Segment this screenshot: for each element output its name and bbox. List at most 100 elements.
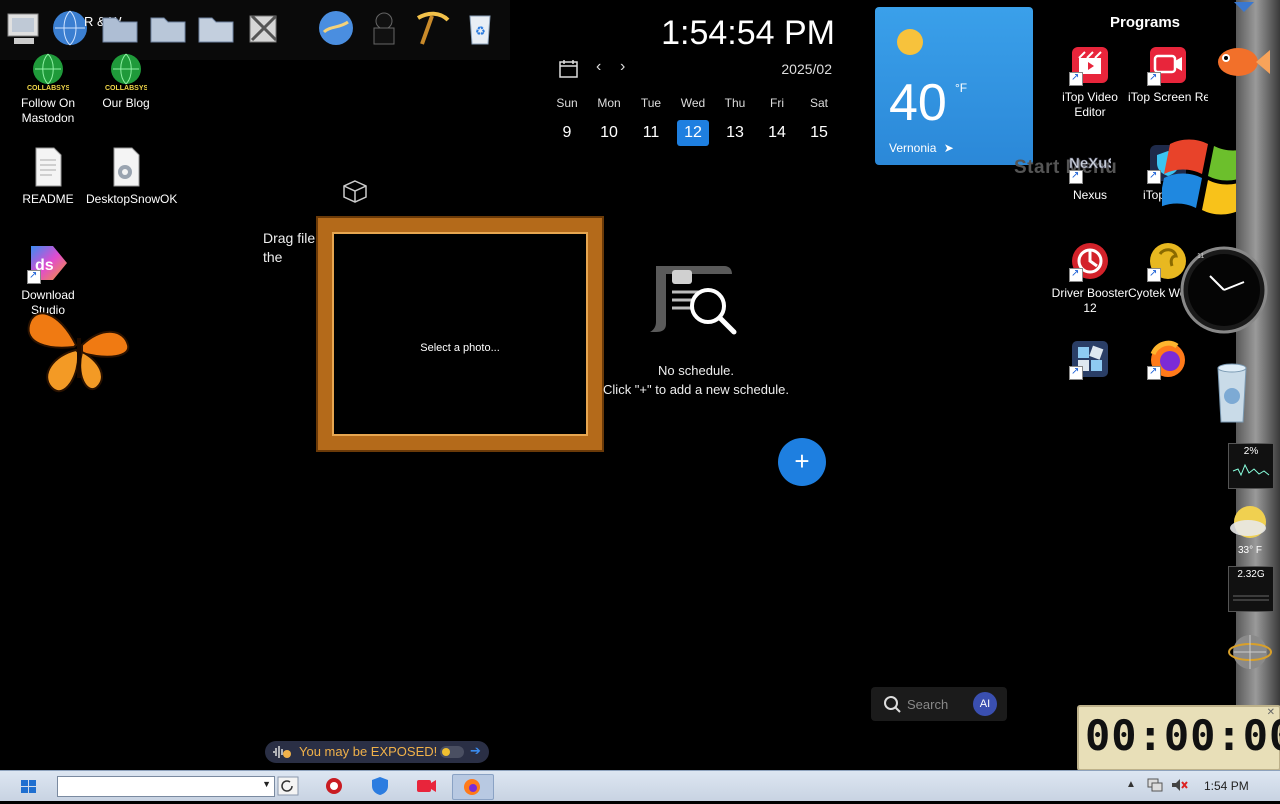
select-photo-placeholder[interactable]: Select a photo... xyxy=(332,342,588,354)
package-icon xyxy=(341,178,369,209)
recycle-bin-icon[interactable]: ♻ xyxy=(460,8,500,48)
calendar-day[interactable]: 14 xyxy=(761,120,793,146)
recycle-bin-gadget-icon[interactable] xyxy=(1212,362,1252,431)
program-label: iTop Screen Recorder xyxy=(1128,90,1208,104)
refresh-button[interactable] xyxy=(276,774,302,798)
analog-clock-gadget[interactable]: 11 xyxy=(1180,240,1268,345)
weekday-label: Mon xyxy=(597,96,621,110)
computer-icon[interactable] xyxy=(4,8,44,48)
program-itop-video-editor[interactable]: iTop Video Editor xyxy=(1050,44,1130,120)
program-itop-screen-recorder[interactable]: iTop Screen Recorder xyxy=(1128,44,1208,105)
desktop-icon-label: Follow On Mastodon xyxy=(20,96,76,125)
protection-toggle[interactable] xyxy=(440,746,464,758)
calendar-next-button[interactable]: › xyxy=(620,58,625,76)
cpu-meter[interactable]: 2% xyxy=(1228,443,1274,489)
sidebar-scroll-up-icon[interactable] xyxy=(1232,0,1256,19)
weather-gadget[interactable]: 33° F xyxy=(1226,502,1274,556)
photo-frame-inner xyxy=(332,232,588,436)
dropdown-chevron-icon[interactable]: ▼ xyxy=(262,779,271,789)
desktop-icon-readme[interactable]: README xyxy=(8,146,88,207)
search-icon xyxy=(884,696,902,719)
stopwatch-close-icon[interactable]: ✕ xyxy=(1267,707,1275,718)
calendar-day[interactable]: 10 xyxy=(593,120,625,146)
shortcut-arrow-icon xyxy=(1069,168,1083,184)
tray-chevron-up-icon[interactable]: ▲ xyxy=(1126,779,1136,790)
photo-frame[interactable]: Select a photo... xyxy=(318,218,602,450)
calendar-day-today[interactable]: 12 xyxy=(677,120,709,146)
desktop-icon-mastodon[interactable]: COLLABSYSOS Follow On Mastodon xyxy=(8,50,88,126)
collabsysos-globe-icon: COLLABSYSOS xyxy=(105,50,159,92)
program-windows-app[interactable] xyxy=(1050,338,1130,384)
calendar-day[interactable]: 13 xyxy=(719,120,751,146)
volume-muted-icon[interactable] xyxy=(1170,777,1188,798)
pickaxe-icon[interactable] xyxy=(412,8,452,48)
program-label: Driver Booster 12 xyxy=(1051,286,1129,315)
programs-title: Programs xyxy=(1110,14,1181,31)
screen-recorder-icon xyxy=(417,780,436,792)
schedule-empty-hint: Click "+" to add a new schedule. xyxy=(603,382,789,397)
folder-icon[interactable] xyxy=(148,8,188,48)
stopwatch-gadget[interactable]: 00:00:00 ✕ xyxy=(1077,705,1280,771)
shortcut-arrow-icon xyxy=(1069,364,1083,380)
shield-icon xyxy=(372,777,388,795)
windows-start-icon xyxy=(21,780,36,793)
calendar-day[interactable]: 15 xyxy=(803,120,835,146)
location-arrow-icon: ➤ xyxy=(943,141,954,155)
program-nexus[interactable]: NeXuS Nexus xyxy=(1050,142,1130,203)
svg-text:COLLABSYSOS: COLLABSYSOS xyxy=(105,85,147,92)
schedule-empty-title: No schedule. xyxy=(658,363,734,378)
weekday-label: Thu xyxy=(724,96,746,110)
ninja-icon[interactable] xyxy=(364,8,404,48)
svg-text:COLLABSYSOS: COLLABSYSOS xyxy=(27,85,69,92)
network-tray-icon[interactable] xyxy=(1146,777,1164,798)
goldfish-icon xyxy=(1208,36,1272,91)
driver-booster-icon xyxy=(326,778,342,794)
taskbar-app-screen-recorder[interactable] xyxy=(414,774,440,798)
ai-assistant-button[interactable]: AI xyxy=(973,692,997,716)
desktop-icon-label: DesktopSnowOK xyxy=(86,192,178,206)
globe-gadget-icon[interactable] xyxy=(1228,630,1272,679)
taskbar-app-driver-booster[interactable] xyxy=(322,774,348,798)
text-document-icon xyxy=(27,146,69,188)
start-button[interactable] xyxy=(16,774,42,798)
desktop-icon-blog[interactable]: COLLABSYSOS Our Blog xyxy=(86,50,166,111)
calendar-month: 2025/02 xyxy=(781,61,832,77)
folder-icon[interactable] xyxy=(196,8,236,48)
screen-recorder-icon xyxy=(1147,44,1189,86)
sun-icon xyxy=(1230,506,1266,538)
tools-icon[interactable] xyxy=(244,8,284,48)
desktop-icon-desktopsnowok[interactable]: DesktopSnowOK xyxy=(86,146,178,207)
weather-location-label: Vernonia xyxy=(889,141,937,155)
calendar-day[interactable]: 9 xyxy=(551,120,583,146)
program-label: Nexus xyxy=(1072,188,1107,202)
add-schedule-button[interactable]: + xyxy=(778,438,826,486)
program-driver-booster[interactable]: Driver Booster 12 xyxy=(1050,240,1130,316)
calendar-day[interactable]: 11 xyxy=(635,120,667,146)
weather-widget[interactable]: 40 °F Vernonia ➤ xyxy=(875,7,1033,165)
address-input[interactable]: ▼ xyxy=(57,776,275,797)
taskbar-clock[interactable]: 1:54 PM xyxy=(1204,779,1249,793)
calendar-prev-button[interactable]: ‹ xyxy=(596,58,601,76)
taskbar-app-firefox[interactable] xyxy=(452,774,494,800)
folder-icon[interactable] xyxy=(100,8,140,48)
schedule-search-icon xyxy=(648,258,743,343)
firefox-icon xyxy=(464,779,480,795)
calendar-icon[interactable] xyxy=(558,58,580,85)
weather-location: Vernonia ➤ xyxy=(889,141,954,155)
shortcut-arrow-icon xyxy=(1069,266,1083,282)
nexus-icon: NeXuS xyxy=(1069,142,1118,184)
search-widget[interactable]: Search AI xyxy=(871,687,1007,721)
signal-hand-icon xyxy=(271,744,291,765)
vpn-warning-pill[interactable]: You may be EXPOSED! ➔ xyxy=(265,741,489,763)
driver-booster-icon xyxy=(1069,240,1111,282)
settings-document-icon xyxy=(105,146,147,188)
shortcut-arrow-icon xyxy=(1147,70,1161,86)
cpu-graph-icon xyxy=(1232,463,1270,477)
internet-globe-icon[interactable] xyxy=(316,8,356,48)
arrow-right-icon[interactable]: ➔ xyxy=(470,743,481,759)
memory-meter[interactable]: 2.32G xyxy=(1228,566,1274,612)
shortcut-arrow-icon xyxy=(1069,70,1083,86)
taskbar-app-vpn[interactable] xyxy=(368,774,394,798)
search-input[interactable]: Search xyxy=(907,697,948,712)
shortcut-arrow-icon xyxy=(27,268,41,284)
